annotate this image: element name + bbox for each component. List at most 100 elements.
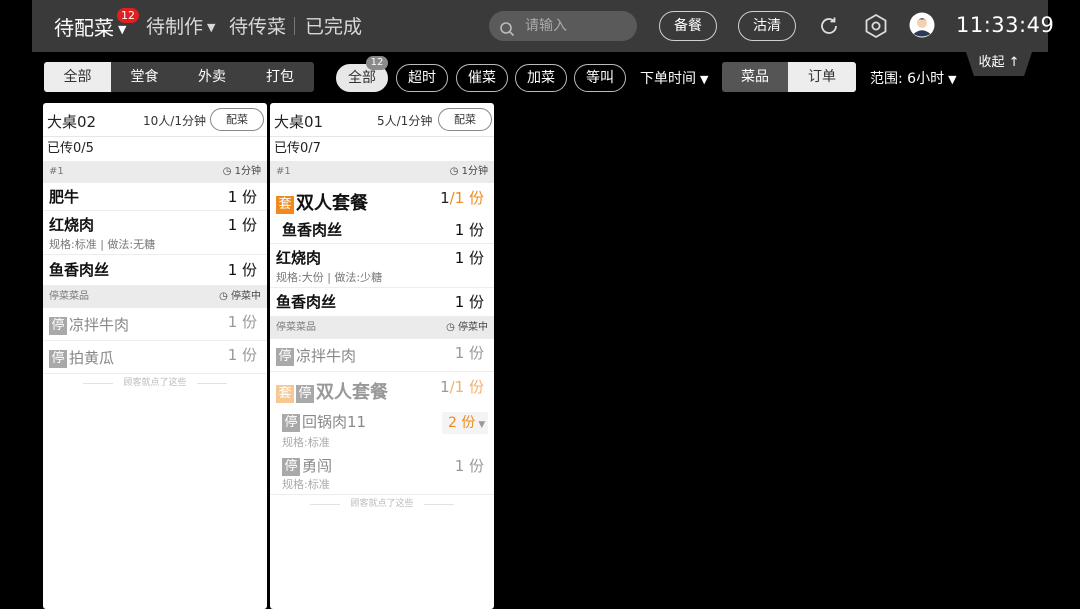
dish-qty: 1 份: [454, 457, 484, 475]
stop-tag: 停: [49, 317, 67, 335]
view-mode-order[interactable]: 订单: [788, 62, 856, 92]
assign-dish-button[interactable]: 配菜: [210, 108, 264, 131]
dish-row[interactable]: 红烧肉 1 份 规格:标准 | 做法:无糖: [43, 211, 267, 255]
batch-header: #1 ◷ 1分钟: [43, 161, 267, 183]
tab-pending-assign[interactable]: 待配菜 ▼: [54, 12, 126, 41]
table-guests-time: 10人/1分钟: [143, 114, 206, 128]
chevron-down-icon: ▼: [948, 72, 957, 86]
chip-timeout[interactable]: 超时: [396, 64, 448, 92]
pending-count-badge: 12: [117, 8, 139, 23]
dish-row[interactable]: 停凉拌牛肉 1 份: [270, 339, 494, 372]
stopped-header: 停菜菜品 ◷ 停菜中: [43, 286, 267, 308]
card-header: 大桌01 5人/1分钟 配菜: [270, 103, 494, 137]
table-guests-time: 5人/1分钟: [377, 114, 433, 128]
stopped-header: 停菜菜品 ◷ 停菜中: [270, 317, 494, 339]
stop-tag: 停: [282, 458, 300, 476]
settings-icon[interactable]: [863, 13, 889, 43]
chevron-down-icon: ▼: [118, 23, 127, 36]
dish-row[interactable]: 停勇闯 1 份 规格:标准: [270, 452, 494, 495]
stopped-label: 停菜菜品: [49, 291, 89, 302]
dish-qty-total: /1 份: [449, 378, 484, 396]
stop-tag: 停: [296, 385, 314, 403]
assign-dish-button[interactable]: 配菜: [438, 108, 492, 131]
tab-completed[interactable]: 已完成: [305, 12, 362, 39]
clock: 11:33:49: [956, 13, 1055, 37]
top-bar: 待配菜 ▼ 12 待制作 ▼ 待传菜 已完成 请输入 备餐 沽清 11:33:49: [32, 0, 1054, 52]
order-type-dine-in[interactable]: 堂食: [111, 62, 178, 92]
served-progress: 已传0/5: [47, 141, 94, 156]
clock-icon: ◷: [446, 322, 455, 333]
dish-name: 双人套餐: [296, 193, 368, 214]
avatar-icon[interactable]: [909, 12, 935, 42]
dish-row[interactable]: 鱼香肉丝 1 份: [43, 255, 267, 286]
dish-qty-total: /1 份: [449, 189, 484, 207]
stopped-status: 停菜中: [231, 291, 261, 302]
order-card: 大桌02 10人/1分钟 配菜 已传0/5 #1 ◷ 1分钟 肥牛 1 份 红烧…: [43, 103, 267, 609]
order-card: 大桌01 5人/1分钟 配菜 已传0/7 #1 ◷ 1分钟 套双人套餐 1/1 …: [270, 103, 494, 609]
tab-pending-serve[interactable]: 待传菜: [229, 12, 286, 39]
dish-qty: 1 份: [227, 346, 257, 364]
set-meal-row[interactable]: 套停双人套餐 1/1 份: [270, 372, 494, 408]
dish-qty: 1 份: [454, 293, 484, 311]
dish-row[interactable]: 停回锅肉11 2 份 ▼ 规格:标准: [270, 408, 494, 452]
dish-spec: 规格:大份 | 做法:少糖: [276, 271, 383, 284]
dish-qty: 2 份: [448, 415, 476, 431]
dish-name: 鱼香肉丝: [276, 293, 337, 311]
prep-button[interactable]: 备餐: [659, 11, 717, 41]
range-dropdown[interactable]: 范围: 6小时 ▼: [870, 68, 957, 88]
stop-tag: 停: [282, 414, 300, 432]
refresh-icon[interactable]: [817, 14, 841, 42]
batch-header: #1 ◷ 1分钟: [270, 161, 494, 183]
dish-qty: 1 份: [227, 261, 257, 279]
view-mode-dish[interactable]: 菜品: [722, 62, 788, 92]
chip-on-call[interactable]: 等叫: [574, 64, 626, 92]
sort-dropdown[interactable]: 下单时间 ▼: [640, 68, 708, 88]
clear-button[interactable]: 沽清: [738, 11, 796, 41]
batch-number: #1: [276, 166, 291, 177]
dish-name: 凉拌牛肉: [296, 347, 357, 365]
set-meal-row[interactable]: 套双人套餐 1/1 份: [270, 183, 494, 216]
clock-icon: ◷: [222, 166, 232, 177]
dish-spec: 规格:标准: [282, 478, 330, 491]
clock-icon: ◷: [449, 166, 459, 177]
chip-rush[interactable]: 催菜: [456, 64, 508, 92]
collapse-button[interactable]: 收起 ↑: [966, 52, 1032, 76]
dish-name: 勇闯: [302, 457, 333, 475]
dish-row[interactable]: 停凉拌牛肉 1 份: [43, 308, 267, 341]
dish-qty: 1 份: [227, 188, 257, 206]
stopped-label: 停菜菜品: [276, 322, 316, 333]
stop-tag: 停: [49, 350, 67, 368]
chip-all-count-badge: 12: [366, 56, 388, 70]
dish-row[interactable]: 鱼香肉丝 1 份: [270, 216, 494, 244]
search-input[interactable]: 请输入: [489, 11, 637, 41]
dish-row[interactable]: 停拍黄瓜 1 份: [43, 341, 267, 374]
qty-select[interactable]: 2 份 ▼: [442, 412, 488, 434]
dish-name: 鱼香肉丝: [282, 221, 343, 239]
tab-divider: [294, 17, 295, 35]
order-type-takeaway[interactable]: 打包: [246, 62, 314, 92]
chevron-down-icon: ▼: [700, 72, 709, 86]
view-mode-segment: 菜品 订单: [722, 62, 856, 92]
served-progress: 已传0/7: [274, 141, 321, 156]
table-name: 大桌02: [47, 113, 97, 131]
dish-qty-done: 1: [440, 378, 450, 396]
table-name: 大桌01: [274, 113, 324, 131]
dish-qty: 1 份: [454, 249, 484, 267]
dish-name: 双人套餐: [316, 382, 388, 403]
order-type-delivery[interactable]: 外卖: [178, 62, 246, 92]
order-type-all[interactable]: 全部: [44, 62, 111, 92]
set-meal-tag: 套: [276, 196, 294, 214]
chevron-down-icon: ▼: [478, 420, 486, 430]
dish-row[interactable]: 鱼香肉丝 1 份: [270, 288, 494, 317]
dish-spec: 规格:标准 | 做法:无糖: [49, 238, 156, 251]
dish-row[interactable]: 肥牛 1 份: [43, 183, 267, 211]
dish-qty: 1 份: [454, 344, 484, 362]
dish-name: 拍黄瓜: [69, 349, 115, 367]
order-type-segment: 全部 堂食 外卖 打包: [44, 62, 314, 92]
chip-add-dish[interactable]: 加菜: [515, 64, 567, 92]
clock-icon: ◷: [219, 291, 228, 302]
tab-pending-cook[interactable]: 待制作 ▼: [146, 12, 215, 39]
dish-row[interactable]: 红烧肉 1 份 规格:大份 | 做法:少糖: [270, 244, 494, 288]
dish-qty: 1 份: [454, 221, 484, 239]
end-of-list-note: 顾客就点了这些: [43, 374, 267, 392]
